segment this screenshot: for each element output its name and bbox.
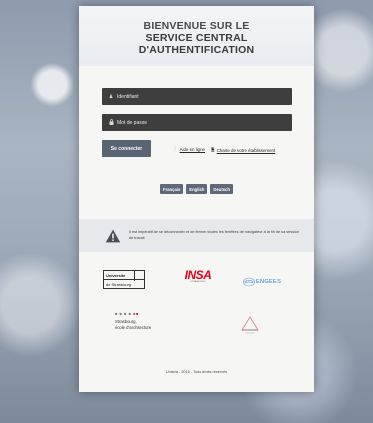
- password-input[interactable]: [117, 119, 277, 126]
- ensas-logo[interactable]: ■ ■ ■ ■ ■■ Strasbourg, école d'architect…: [115, 311, 175, 339]
- title-line-3: D'AUTHENTIFICATION: [138, 44, 255, 56]
- login-card: BIENVENUE SUR LE SERVICE CENTRAL D'AUTHE…: [79, 6, 314, 392]
- unistra-line2: de Strasbourg: [106, 282, 132, 287]
- footer-text: Unistra - 2015 - Tous droits réservés: [165, 370, 228, 374]
- insa-logo[interactable]: INSA STRASBOURG: [183, 269, 213, 289]
- user-icon: ♟: [108, 93, 114, 100]
- document-icon: 🗎: [211, 147, 215, 152]
- help-icon: ❔: [172, 146, 178, 151]
- engees-wordmark: ENGEES: [256, 279, 282, 285]
- unistra-logo[interactable]: Université de Strasbourg: [103, 270, 145, 290]
- title-line-1: BIENVENUE SUR LE: [143, 20, 250, 32]
- charter-link-label: Charte de votre établissement: [216, 147, 276, 153]
- username-input[interactable]: [117, 93, 277, 100]
- help-link[interactable]: ❔ Aide en ligne: [172, 146, 205, 152]
- lang-button-de[interactable]: Deutsch: [210, 184, 233, 194]
- ensas-mark: ■ ■ ■ ■ ■: [115, 311, 137, 316]
- charter-link[interactable]: 🗎 Charte de votre établissement: [211, 146, 275, 154]
- engees-logo[interactable]: ENGEES: [243, 277, 289, 289]
- lang-button-en[interactable]: English: [186, 184, 208, 194]
- architecture-logo[interactable]: [240, 315, 260, 335]
- help-link-label: Aide en ligne: [179, 146, 205, 152]
- page-header: BIENVENUE SUR LE SERVICE CENTRAL D'AUTHE…: [79, 6, 314, 66]
- ensas-line2: école d'architecture: [115, 324, 152, 330]
- logout-warning: Il est impératif de se déconnecter et de…: [79, 219, 314, 252]
- title-line-2: SERVICE CENTRAL: [145, 32, 248, 44]
- login-button[interactable]: Se connecter: [102, 140, 151, 157]
- warning-icon: [105, 229, 121, 242]
- unistra-line1: Université: [106, 273, 126, 278]
- insa-wordmark: INSA: [184, 268, 212, 282]
- lang-button-fr[interactable]: Français: [160, 184, 184, 194]
- page-title: BIENVENUE SUR LE SERVICE CENTRAL D'AUTHE…: [79, 6, 314, 56]
- password-field[interactable]: [102, 114, 292, 131]
- lock-icon: [105, 118, 117, 127]
- engees-wave-icon: [243, 277, 255, 287]
- warning-text: Il est impératif de se déconnecter et de…: [129, 229, 300, 240]
- username-field[interactable]: ♟: [102, 88, 292, 105]
- language-selector: Français English Deutsch: [79, 184, 314, 194]
